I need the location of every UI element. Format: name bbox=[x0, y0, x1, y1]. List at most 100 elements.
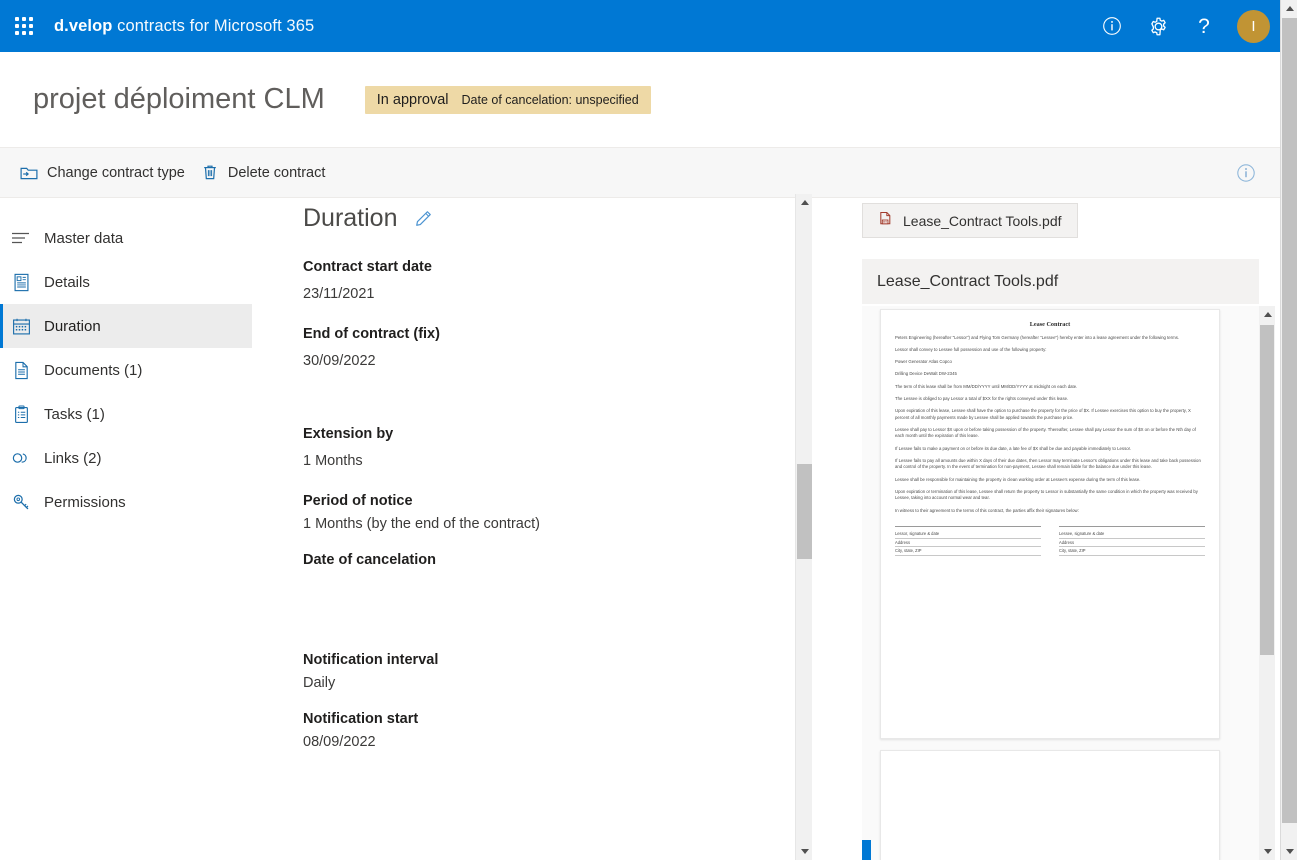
sidebar-item-master-data[interactable]: Master data bbox=[0, 216, 252, 260]
pdf-paragraph: Upon expiration or termination of this l… bbox=[895, 488, 1198, 501]
pdf-signature-line: Address bbox=[895, 539, 1041, 548]
page-scrollbar[interactable] bbox=[1280, 0, 1297, 860]
pdf-signature-line: City, state, ZIP bbox=[1059, 547, 1205, 557]
pdf-signature-row: Lessor, signature & date Address City, sta… bbox=[895, 526, 1205, 557]
page-scroll-up-arrow-icon[interactable] bbox=[1281, 0, 1297, 17]
detail-field-value bbox=[303, 579, 795, 597]
document-tab[interactable]: Lease_Contract Tools.pdf bbox=[862, 203, 1078, 238]
trash-icon bbox=[201, 164, 219, 182]
pencil-icon[interactable] bbox=[414, 209, 433, 228]
question-mark-icon[interactable]: ? bbox=[1183, 0, 1225, 52]
sidebar-nav: Master data Details Duration Documents (1) T… bbox=[0, 198, 252, 860]
pdf-doc-title: Lease Contract bbox=[1029, 321, 1071, 328]
folder-arrow-icon bbox=[20, 164, 38, 182]
document-tab-label: Lease_Contract Tools.pdf bbox=[903, 212, 1062, 229]
brand-name: d.velop bbox=[54, 16, 113, 35]
detail-field: Notification start 08/09/2022 bbox=[303, 711, 795, 752]
detail-field-label: Extension by bbox=[303, 426, 394, 442]
detail-field-label: Notification start bbox=[303, 711, 419, 727]
detail-scrollbar[interactable] bbox=[795, 194, 812, 860]
detail-field-value: 1 Months (by the end of the contract) bbox=[303, 516, 540, 532]
page-title-bar: projet déploiment CLM In approval Date o… bbox=[0, 52, 1280, 147]
sidebar-item-tasks[interactable]: Tasks (1) bbox=[0, 392, 252, 436]
detail-heading: Duration bbox=[303, 204, 398, 232]
scroll-thumb[interactable] bbox=[797, 464, 812, 559]
pdf-paragraph: In witness to their agreement to the ter… bbox=[895, 507, 1079, 513]
detail-field-label: Contract start date bbox=[303, 259, 432, 275]
top-app-bar: d.velop contracts for Microsoft 365 ? I bbox=[0, 0, 1280, 52]
gear-icon[interactable] bbox=[1137, 0, 1179, 52]
sidebar-item-label: Master data bbox=[44, 229, 124, 247]
detail-header: Duration bbox=[303, 204, 795, 233]
status-badge: In approval Date of cancelation: unspeci… bbox=[364, 85, 651, 114]
page-scroll-thumb[interactable] bbox=[1282, 18, 1297, 823]
pdf-scroll-down-arrow-icon[interactable] bbox=[1259, 843, 1276, 860]
sidebar-item-label: Tasks (1) bbox=[44, 405, 105, 423]
sidebar-item-label: Documents (1) bbox=[44, 361, 143, 379]
pdf-scroll-up-arrow-icon[interactable] bbox=[1259, 306, 1276, 323]
detail-field: Extension by 1 Months bbox=[303, 426, 795, 471]
brand-suffix: contracts for Microsoft 365 bbox=[117, 16, 315, 35]
detail-field: Date of cancelation bbox=[303, 552, 795, 597]
sidebar-item-label: Links (2) bbox=[44, 449, 102, 467]
pdf-page bbox=[880, 750, 1220, 860]
pdf-page-indicator bbox=[862, 840, 871, 860]
pdf-body-text: Peters Engineering (hereafter "Lessor") … bbox=[895, 335, 1205, 514]
sidebar-item-permissions[interactable]: Permissions bbox=[0, 480, 252, 524]
list-lines-icon bbox=[10, 227, 32, 249]
command-bar: Change contract type Delete contract bbox=[0, 147, 1280, 198]
pdf-signature-line: Lessee, signature & date bbox=[1059, 530, 1205, 539]
pdf-paragraph: If Lessee fails to pay all amounts due w… bbox=[895, 457, 1201, 470]
detail-field: End of contract (fix) 30/09/2022 bbox=[303, 326, 795, 371]
avatar[interactable]: I bbox=[1237, 9, 1270, 43]
sidebar-item-links[interactable]: Links (2) bbox=[0, 436, 252, 480]
delete-contract-label: Delete contract bbox=[227, 164, 326, 181]
change-contract-type-button[interactable]: Change contract type bbox=[12, 153, 193, 193]
page-icon bbox=[10, 359, 32, 381]
top-bar-actions: ? I bbox=[1091, 0, 1280, 52]
delete-contract-button[interactable]: Delete contract bbox=[193, 153, 334, 193]
change-contract-type-label: Change contract type bbox=[47, 164, 185, 181]
pdf-paragraph: If Lessee fails to make a payment on or … bbox=[895, 445, 1131, 451]
detail-field: Contract start date 23/11/2021 bbox=[303, 259, 795, 304]
brand-title[interactable]: d.velop contracts for Microsoft 365 bbox=[54, 17, 314, 36]
pdf-paragraph: The term of this lease shall be from MM/… bbox=[895, 383, 1078, 389]
app-root: d.velop contracts for Microsoft 365 ? I … bbox=[0, 0, 1297, 860]
document-detail-icon bbox=[10, 271, 32, 293]
detail-field: Period of notice 1 Months (by the end of … bbox=[303, 493, 795, 534]
info-circle-icon[interactable] bbox=[1091, 0, 1133, 52]
detail-field-label: Date of cancelation bbox=[303, 552, 436, 568]
pdf-paragraph: Lessee shall be responsible for maintain… bbox=[895, 476, 1141, 482]
pdf-paragraph: Lessor shall convey to Lessee full posse… bbox=[895, 347, 1047, 353]
detail-field: Notification interval Daily bbox=[303, 652, 795, 693]
calendar-icon bbox=[10, 315, 32, 337]
pdf-scrollbar[interactable] bbox=[1259, 306, 1275, 860]
pdf-signature-lessee: Lessee, signature & date Address City, sta… bbox=[1059, 526, 1205, 557]
sidebar-item-details[interactable]: Details bbox=[0, 260, 252, 304]
sidebar-item-duration[interactable]: Duration bbox=[0, 304, 252, 348]
detail-field-value: Daily bbox=[303, 675, 336, 691]
pdf-viewer[interactable]: Lease Contract Peters Engineering (herea… bbox=[862, 306, 1259, 860]
sidebar-item-documents[interactable]: Documents (1) bbox=[0, 348, 252, 392]
pdf-paragraph: Lessee shall pay to Lessor $X upon or be… bbox=[895, 426, 1196, 439]
status-badge-status: In approval bbox=[376, 91, 449, 108]
pdf-signature-line: City, state, ZIP bbox=[895, 547, 1041, 557]
detail-field-value: 1 Months bbox=[303, 453, 363, 469]
detail-field-value: 08/09/2022 bbox=[303, 734, 376, 750]
command-bar-info-icon[interactable] bbox=[1224, 151, 1268, 195]
detail-pane: Duration Contract start date 23/11/2021 En… bbox=[252, 198, 795, 860]
sidebar-item-label: Permissions bbox=[44, 493, 126, 511]
detail-field-label: Period of notice bbox=[303, 493, 413, 509]
scroll-down-arrow-icon[interactable] bbox=[796, 843, 813, 860]
detail-field-value: 23/11/2021 bbox=[303, 286, 375, 302]
scroll-up-arrow-icon[interactable] bbox=[796, 194, 813, 211]
clipboard-icon bbox=[10, 403, 32, 425]
pdf-paragraph: Drilling Device DeWalt DW-2345 bbox=[895, 371, 957, 377]
document-header: Lease_Contract Tools.pdf bbox=[862, 259, 1259, 304]
app-launcher-icon[interactable] bbox=[0, 0, 48, 52]
page-scroll-down-arrow-icon[interactable] bbox=[1281, 843, 1297, 860]
pdf-scroll-thumb[interactable] bbox=[1260, 325, 1274, 655]
pdf-paragraph: Peters Engineering (hereafter "Lessor") … bbox=[895, 335, 1180, 340]
sidebar-item-list: Master data Details Duration Documents (1) T… bbox=[0, 216, 252, 524]
status-badge-detail: Date of cancelation: unspecified bbox=[461, 92, 639, 107]
